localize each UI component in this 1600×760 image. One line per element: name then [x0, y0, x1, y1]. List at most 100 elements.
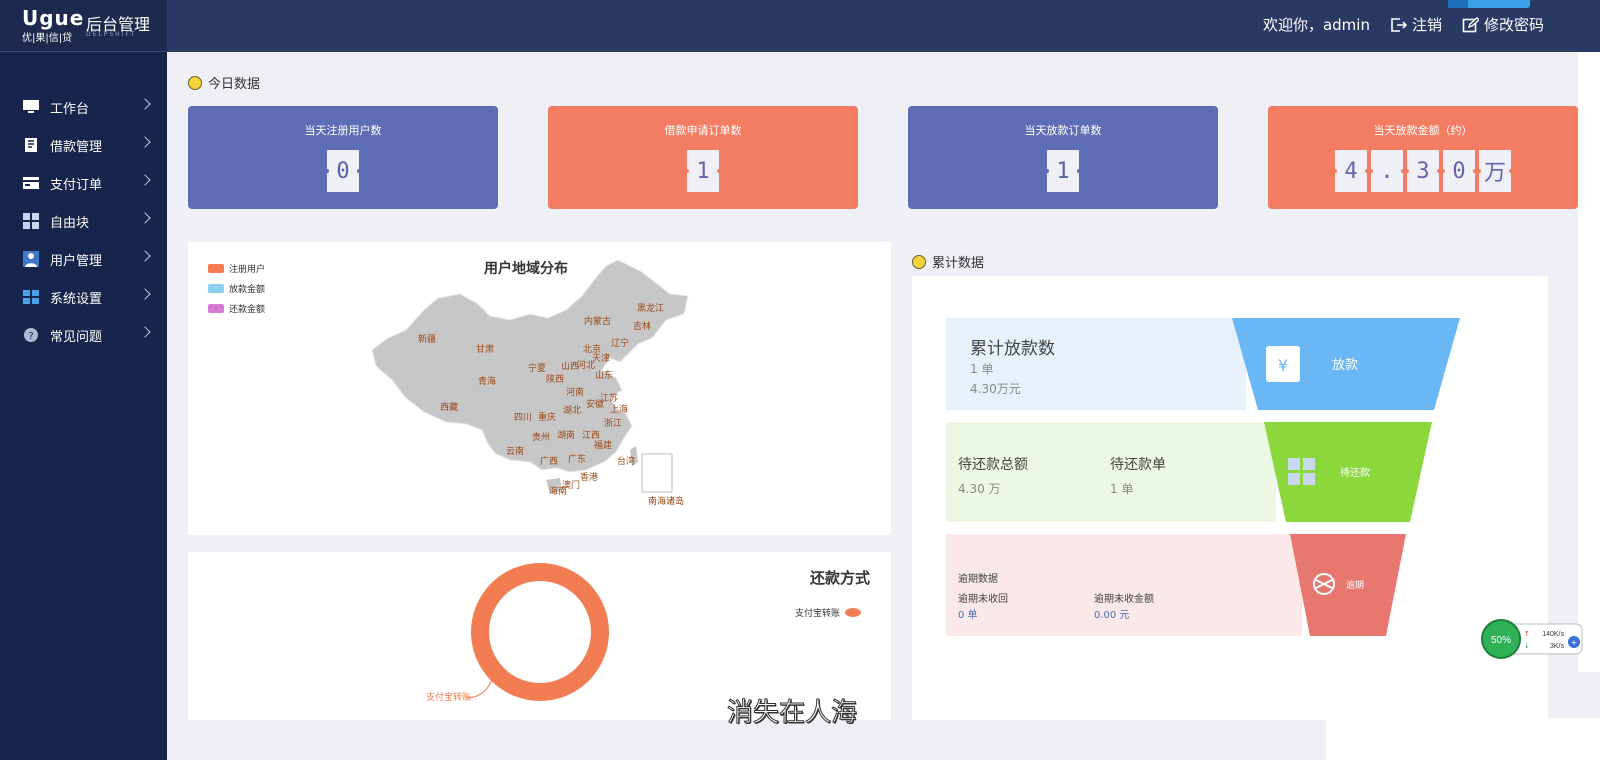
legend-item-repaid[interactable]: 还款金额 — [208, 298, 265, 318]
sidebar-item-workbench[interactable]: 工作台 — [0, 88, 167, 126]
grid-icon — [23, 213, 39, 229]
stat-digit: 万 — [1477, 150, 1513, 192]
sidebar-item-label: 工作台 — [50, 101, 90, 117]
legend-item-registered[interactable]: 注册用户 — [208, 258, 265, 278]
funnel-label: 放款 — [1332, 357, 1358, 372]
sidebar-menu: 工作台 借款管理 支付订单 自由块 用户管理 系统设置 ? 常见问题 — [0, 88, 167, 354]
legend-item-disbursed[interactable]: 放款金额 — [208, 278, 265, 298]
repay-donut-chart[interactable]: 支付宝转账 — [420, 558, 620, 718]
province-label: 广东 — [568, 453, 586, 464]
today-section-title: 今日数据 — [188, 73, 260, 92]
sidebar-item-loan-management[interactable]: 借款管理 — [0, 126, 167, 164]
chevron-right-icon — [139, 250, 151, 262]
document-icon — [25, 138, 37, 152]
chevron-right-icon — [139, 98, 151, 110]
funnel-overdue[interactable]: 逾期 — [1290, 534, 1408, 636]
logo[interactable]: Ugue 优|果|信|贷 后台管理 DELPSHIFT — [0, 0, 167, 52]
stat-digit: 3 — [1405, 150, 1441, 192]
scrollbar-track[interactable] — [1578, 52, 1600, 672]
province-label: 河北 — [577, 359, 595, 370]
loan-amount: 4.30万元 — [970, 382, 1021, 396]
today-title-text: 今日数据 — [208, 77, 261, 92]
province-label: 辽宁 — [611, 337, 629, 348]
province-label: 云南 — [506, 445, 524, 456]
china-map[interactable]: 黑龙江 吉林 内蒙古 辽宁 北京 天津 河北 山西 山东 新疆 甘肃 宁夏 陕西… — [370, 258, 710, 518]
stat-label: 借款申请订单数 — [664, 124, 742, 137]
province-label: 黑龙江 — [637, 302, 664, 313]
sidebar-item-label: 系统设置 — [50, 291, 103, 307]
yen-glyph: ¥ — [1278, 356, 1288, 375]
repay-title: 还款方式 — [810, 569, 871, 587]
stat-digits: 1 — [908, 150, 1218, 192]
windows-icon — [23, 290, 39, 304]
province-label: 山东 — [595, 369, 613, 380]
loan-count: 1 单 — [970, 362, 994, 376]
bullet-icon — [188, 75, 202, 90]
repay-legend[interactable]: 支付宝转账 — [795, 606, 862, 619]
donut-slice-alipay[interactable] — [471, 563, 609, 701]
province-label: 福建 — [594, 439, 612, 450]
sidebar-item-user-management[interactable]: 用户管理 — [0, 240, 167, 278]
province-label: 浙江 — [604, 417, 622, 428]
province-label: 重庆 — [538, 411, 556, 422]
logo-mark: Ugue — [22, 6, 85, 30]
overdue-uncollected-value: 0 单 — [958, 610, 978, 621]
legend-swatch — [208, 283, 224, 293]
sidebar-item-faq[interactable]: ? 常见问题 — [0, 316, 167, 354]
province-label: 海南 — [549, 485, 567, 496]
province-label: 山西 — [561, 361, 579, 371]
stat-digit: . — [1369, 150, 1405, 192]
stat-digits: 1 — [548, 150, 858, 192]
overdue-title: 逾期数据 — [958, 574, 998, 585]
sidebar-item-label: 借款管理 — [50, 139, 103, 155]
funnel-label: 待还款 — [1340, 466, 1370, 479]
funnel-pending[interactable]: 待还款 — [1264, 422, 1434, 522]
change-password-button[interactable]: 修改密码 — [1462, 14, 1544, 35]
legend-swatch — [845, 608, 862, 617]
video-watermark: 消失在人海 — [726, 698, 858, 729]
funnel-loan[interactable]: ¥ 放款 — [1232, 318, 1462, 410]
legend-label: 注册用户 — [229, 264, 266, 275]
stat-digits: 0 — [188, 150, 498, 192]
sidebar-item-label: 支付订单 — [50, 177, 103, 193]
province-label: 安徽 — [586, 398, 604, 409]
province-label: 陕西 — [546, 373, 564, 384]
question-icon: ? — [24, 328, 38, 342]
pending-total-label: 待还款总额 — [958, 457, 1028, 473]
map-legend: 注册用户 放款金额 还款金额 — [208, 258, 265, 318]
pending-count-value: 1 单 — [1110, 482, 1134, 496]
funnel-label: 逾期 — [1346, 579, 1364, 590]
province-label: 湖南 — [557, 429, 575, 440]
stat-label: 当天注册用户数 — [304, 124, 382, 137]
overdue-uncollected-label: 逾期未收回 — [958, 594, 1008, 605]
stat-label: 当天放款订单数 — [1024, 124, 1102, 137]
logo-english: DELPSHIFT — [86, 31, 137, 38]
province-label: 贵州 — [532, 431, 550, 442]
notification-badge-count — [1448, 0, 1468, 8]
province-label: 四川 — [514, 412, 532, 422]
stat-digit: 0 — [325, 150, 361, 192]
sidebar-item-system-settings[interactable]: 系统设置 — [0, 278, 167, 316]
sidebar-item-payment-orders[interactable]: 支付订单 — [0, 164, 167, 202]
province-label: 湖北 — [563, 405, 581, 415]
stat-label: 当天放款金额（约） — [1373, 124, 1473, 137]
legend-swatch — [208, 303, 224, 313]
loan-total-title: 累计放款数 — [970, 339, 1055, 359]
bullet-icon — [912, 254, 926, 269]
card-icon — [23, 177, 39, 189]
stat-digit: 0 — [1441, 150, 1477, 192]
legend-label: 支付宝转账 — [795, 609, 841, 619]
province-label: 西藏 — [440, 401, 458, 412]
sidebar-item-free-block[interactable]: 自由块 — [0, 202, 167, 240]
province-label: 宁夏 — [528, 362, 546, 373]
stat-card-disbursed-orders: 当天放款订单数 1 — [908, 106, 1218, 209]
logout-label: 注销 — [1411, 16, 1442, 34]
logout-icon — [1391, 17, 1407, 32]
pending-total-value: 4.30 万 — [958, 482, 1001, 496]
stat-digit: 4 — [1333, 150, 1369, 192]
network-speed-widget[interactable]: 50% ↑ ↓ 140K/s 3K/s + — [1480, 618, 1583, 660]
logout-button[interactable]: 注销 — [1390, 14, 1442, 35]
sidebar-item-label: 常见问题 — [50, 329, 103, 345]
sidebar: 工作台 借款管理 支付订单 自由块 用户管理 系统设置 ? 常见问题 — [0, 52, 167, 760]
sidebar-item-label: 自由块 — [50, 215, 90, 231]
